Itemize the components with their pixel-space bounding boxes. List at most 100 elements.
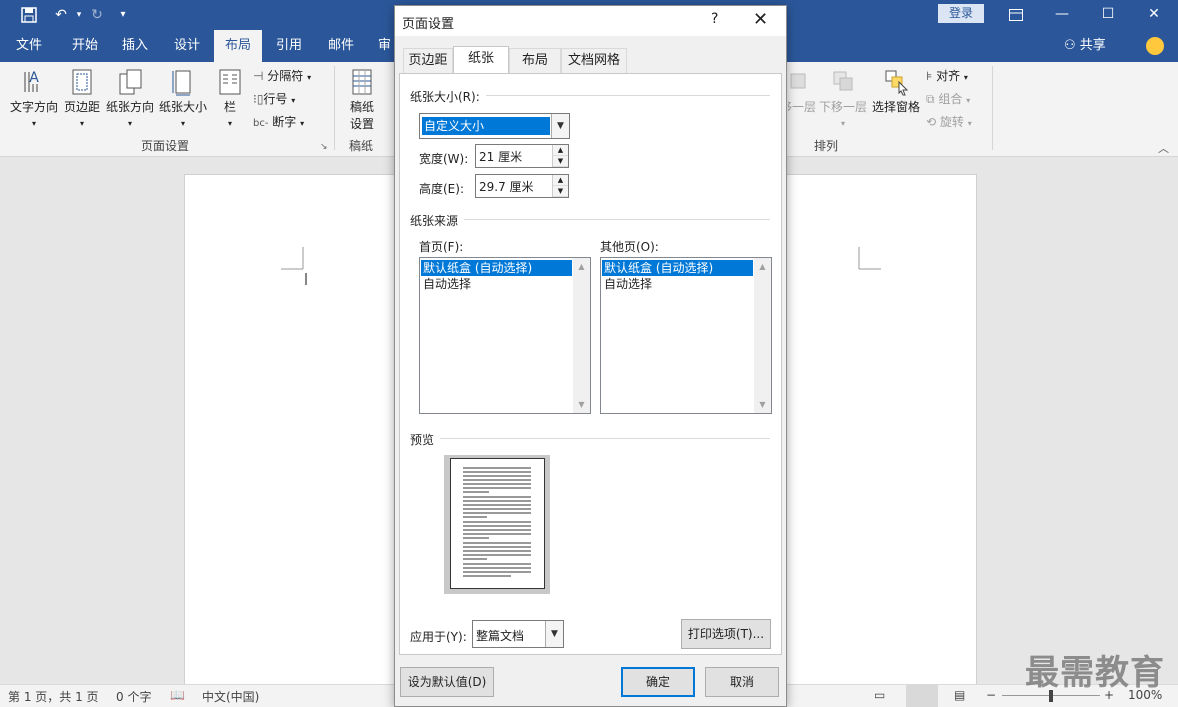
spin-up-icon[interactable]: ▲ [553,175,568,186]
preview-lines [463,467,531,577]
chevron-down-icon[interactable]: ▼ [551,114,569,138]
scroll-up-icon[interactable]: ▲ [754,258,771,275]
login-button[interactable]: 登录 [938,4,984,23]
tab-home[interactable]: 开始 [62,30,108,62]
word-count[interactable]: 0 个字 [116,688,151,705]
hyphenation-button[interactable]: bc- 断字 ▾ [253,111,304,133]
tab-layout[interactable]: 布局 [214,30,262,62]
margin-corner-mark [281,247,307,285]
dialog-title-bar: 页面设置 ? ✕ [395,6,786,36]
language-indicator[interactable]: 中文(中国) [202,688,259,705]
send-backward-button[interactable]: 下移一层 ▾ [818,66,868,129]
height-value[interactable]: 29.7 厘米 [479,178,534,195]
scroll-down-icon[interactable]: ▼ [754,396,771,413]
tab-paper[interactable]: 纸张 [453,46,509,74]
margins-button[interactable]: 页边距 ▾ [62,66,102,129]
read-mode-icon[interactable]: ▭ [874,688,885,702]
share-button[interactable]: ⚇ 共享 [1064,30,1106,62]
tab-design[interactable]: 设计 [164,30,210,62]
close-icon[interactable]: ✕ [753,9,768,30]
spin-up-icon[interactable]: ▲ [553,145,568,156]
share-label: 共享 [1079,38,1106,53]
print-options-button[interactable]: 打印选项(T)... [681,619,771,649]
paper-size-button[interactable]: 纸张大小 ▾ [158,66,208,129]
minimize-icon[interactable]: — [1039,0,1085,30]
page-preview [450,458,545,589]
breaks-icon: ⊣ [253,69,264,83]
scroll-up-icon[interactable]: ▲ [573,258,590,275]
columns-button[interactable]: 栏 ▾ [214,66,246,129]
web-layout-icon[interactable]: ▤ [954,688,965,702]
preview-section-label: 预览 [410,433,435,447]
tab-file[interactable]: 文件 [6,30,52,62]
tab-mailings[interactable]: 邮件 [318,30,364,62]
help-icon[interactable]: ? [711,11,718,27]
print-layout-icon[interactable] [906,685,938,707]
zoom-out-icon[interactable]: − [986,688,996,702]
line-numbers-button[interactable]: ⁝▯行号 ▾ [253,88,295,110]
feedback-smiley-icon[interactable] [1146,37,1164,55]
collapse-ribbon-icon[interactable]: ︿ [1158,140,1169,156]
page-setup-launcher-icon[interactable]: ↘ [320,142,328,152]
align-button[interactable]: ⊧ 对齐 ▾ [926,65,968,87]
selection-pane-button[interactable]: 选择窗格 [870,66,922,115]
group-divider [992,66,993,150]
section-divider [440,438,770,439]
save-icon[interactable] [18,4,40,26]
manuscript-group-label: 稿纸 [348,139,373,153]
page-setup-group-label: 页面设置 [140,139,189,153]
paper-size-value: 自定义大小 [421,116,551,136]
scroll-down-icon[interactable]: ▼ [573,396,590,413]
dialog-title: 页面设置 [402,17,455,32]
proofing-icon[interactable]: 📖 [170,688,185,702]
other-pages-label: 其他页(O): [600,240,659,254]
first-page-tray-list[interactable]: 默认纸盒 (自动选择) 自动选择 ▲ ▼ [419,257,591,414]
section-divider [486,95,770,96]
chevron-down-icon[interactable]: ▼ [545,621,563,647]
customize-quick-access-icon[interactable]: ▾ [112,4,134,26]
list-item[interactable]: 自动选择 [602,276,753,292]
list-item[interactable]: 默认纸盒 (自动选择) [602,260,753,276]
columns-icon [219,69,241,95]
height-spinner[interactable]: 29.7 厘米 ▲ ▼ [475,174,569,198]
orientation-button[interactable]: 纸张方向 ▾ [104,66,156,129]
other-pages-tray-list[interactable]: 默认纸盒 (自动选择) 自动选择 ▲ ▼ [600,257,772,414]
rotate-button[interactable]: ⟲ 旋转 ▾ [926,111,972,133]
page-count[interactable]: 第 1 页，共 1 页 [8,688,99,705]
tab-references[interactable]: 引用 [266,30,312,62]
paper-size-select[interactable]: 自定义大小 ▼ [419,113,570,139]
group-divider [334,66,335,150]
spin-down-icon[interactable]: ▼ [553,186,568,197]
align-icon: ⊧ [926,69,933,83]
tab-layout[interactable]: 布局 [509,48,561,74]
apply-to-select[interactable]: 整篇文档 ▼ [472,620,564,648]
scrollbar[interactable]: ▲ ▼ [573,258,590,413]
set-default-button[interactable]: 设为默认值(D) [400,667,494,697]
hyphenation-icon: bc- [253,118,269,129]
redo-icon[interactable]: ↻ [86,4,108,26]
cancel-button[interactable]: 取消 [705,667,779,697]
svg-text:A: A [29,70,39,86]
ribbon-display-options-icon[interactable] [993,0,1039,30]
breaks-button[interactable]: ⊣ 分隔符 ▾ [253,65,311,87]
bring-forward-button[interactable]: 上移一层 [788,66,816,115]
scrollbar[interactable]: ▲ ▼ [754,258,771,413]
window-close-icon[interactable]: ✕ [1131,0,1177,30]
manuscript-settings-button[interactable]: 稿纸 设置 [342,66,382,132]
tab-document-grid[interactable]: 文档网格 [561,48,627,74]
ok-button[interactable]: 确定 [621,667,695,697]
list-item[interactable]: 默认纸盒 (自动选择) [421,260,572,276]
tab-insert[interactable]: 插入 [112,30,158,62]
page-setup-dialog: 页面设置 ? ✕ 页边距 纸张 布局 文档网格 纸张大小(R): 自定义大小 ▼… [394,5,787,707]
text-direction-button[interactable]: A 文字方向 ▾ [8,66,60,129]
rotate-icon: ⟲ [926,115,937,129]
width-value[interactable]: 21 厘米 [479,148,522,165]
height-label: 高度(E): [419,182,464,196]
group-objects-button[interactable]: ⧉ 组合 ▾ [926,88,970,110]
tab-margins[interactable]: 页边距 [403,48,453,74]
width-spinner[interactable]: 21 厘米 ▲ ▼ [475,144,569,168]
list-item[interactable]: 自动选择 [421,276,572,292]
maximize-icon[interactable]: ☐ [1085,0,1131,30]
watermark: 最需教育 [1025,653,1165,693]
spin-down-icon[interactable]: ▼ [553,156,568,167]
